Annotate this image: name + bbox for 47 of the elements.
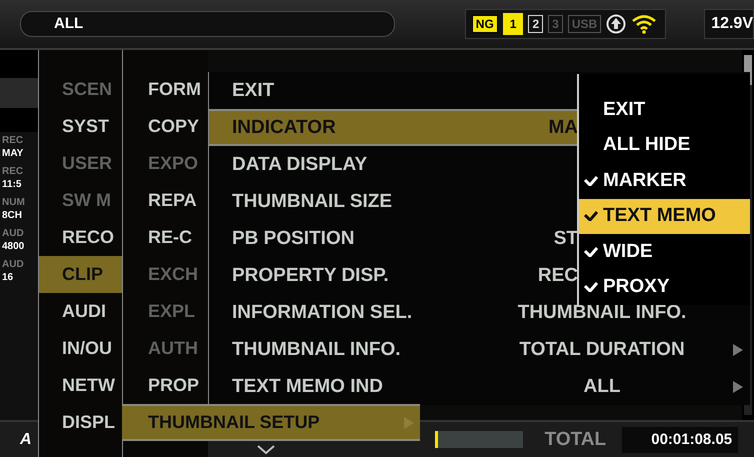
menu-item[interactable]: PROP bbox=[123, 367, 208, 404]
status-indicator: 1 bbox=[502, 13, 524, 35]
menu-item[interactable]: REPA bbox=[123, 182, 208, 219]
setting-value: ALL bbox=[582, 376, 622, 398]
info-label: NUM bbox=[2, 197, 26, 209]
info-label: REC bbox=[2, 135, 24, 147]
info-value: 16 bbox=[2, 271, 14, 284]
menu-item[interactable]: CLIP bbox=[39, 256, 122, 293]
setting-value: TOTAL DURATION bbox=[518, 338, 686, 360]
info-label: AUD bbox=[2, 259, 25, 271]
info-band bbox=[0, 78, 38, 108]
filter-field[interactable]: ALL bbox=[20, 11, 395, 37]
menu-item[interactable]: FORM bbox=[123, 71, 208, 108]
info-value: 11:5 bbox=[2, 178, 22, 191]
setting-value: ST bbox=[552, 228, 578, 250]
info-value: MAY bbox=[2, 147, 24, 160]
menu-item[interactable]: THUMBNAIL INFO. TOTAL DURATION bbox=[209, 331, 750, 368]
wifi-icon bbox=[631, 14, 658, 34]
setting-value: REC bbox=[536, 264, 578, 286]
menu-item[interactable]: RECO bbox=[39, 219, 122, 256]
info-label: AUD bbox=[2, 228, 25, 240]
menu-item[interactable]: WIDE bbox=[579, 234, 750, 270]
menu-item[interactable]: SYST bbox=[39, 108, 122, 145]
info-value: 8CH bbox=[2, 209, 24, 222]
menu-item[interactable]: DISPL bbox=[39, 404, 122, 441]
upload-icon bbox=[606, 14, 626, 34]
total-label: TOTAL bbox=[544, 428, 606, 450]
codec-logo: A bbox=[20, 430, 32, 448]
status-indicator: USB bbox=[568, 15, 602, 33]
menu-item[interactable]: AUDI bbox=[39, 293, 122, 330]
chevron-down-icon[interactable] bbox=[256, 445, 276, 455]
info-label: REC bbox=[2, 166, 24, 178]
status-indicator: 3 bbox=[548, 15, 563, 33]
menu-item[interactable]: COPY bbox=[123, 108, 208, 145]
battery-voltage: 12.9V bbox=[704, 9, 754, 39]
status-indicator: NG bbox=[472, 15, 498, 33]
status-indicator: 2 bbox=[528, 15, 544, 33]
menu-item[interactable]: RE-C bbox=[123, 219, 208, 256]
menu-item[interactable]: THUMBNAIL SETUP bbox=[122, 404, 420, 441]
menu-item[interactable]: IN/OU bbox=[39, 330, 122, 367]
menu-item[interactable]: MARKER bbox=[579, 163, 750, 198]
menu-item[interactable]: TEXT MEMO bbox=[579, 198, 750, 234]
total-time: 00:01:08.05 bbox=[622, 426, 738, 452]
menu-item[interactable]: NETW bbox=[39, 367, 122, 404]
setting-value: MA bbox=[547, 116, 578, 138]
info-value: 4800 bbox=[2, 240, 26, 253]
menu-item[interactable]: TEXT MEMO IND ALL bbox=[209, 368, 750, 405]
